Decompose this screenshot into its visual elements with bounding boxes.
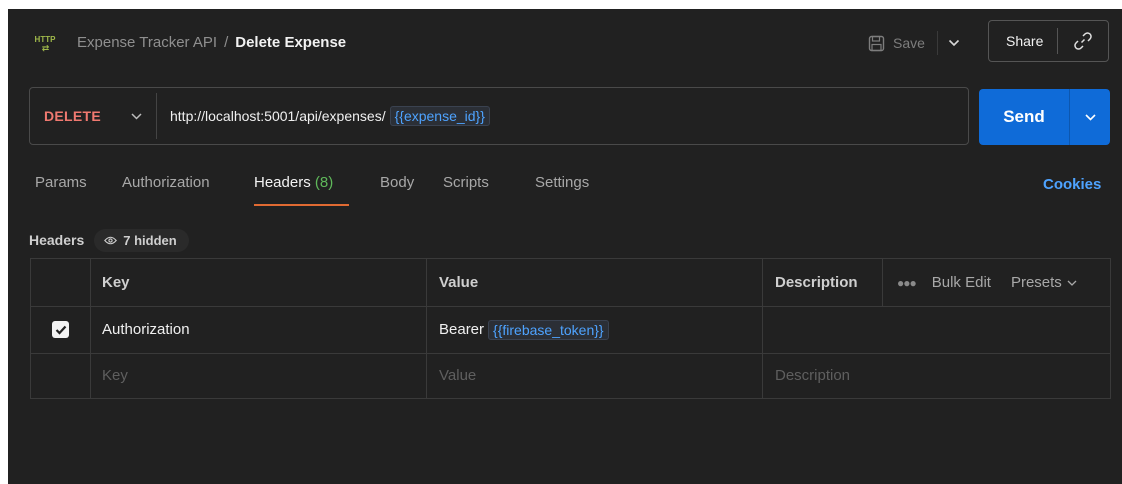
share-group: Share: [988, 20, 1109, 62]
request-name[interactable]: Delete Expense: [235, 34, 346, 51]
chevron-down-icon: [948, 39, 959, 47]
headers-label: Headers: [29, 232, 85, 248]
eye-icon: [104, 236, 118, 244]
row-check-cell: [31, 306, 91, 353]
breadcrumb-collection[interactable]: Expense Tracker API: [77, 34, 217, 51]
breadcrumb-separator: /: [224, 34, 229, 51]
arrows-icon: ⇄: [41, 43, 50, 53]
tab-authorization[interactable]: Authorization: [122, 174, 210, 191]
column-value: Value: [427, 259, 763, 306]
tab-scripts[interactable]: Scripts: [443, 174, 489, 191]
tab-body[interactable]: Body: [380, 174, 414, 191]
table-row: Authorization Bearer {{firebase_token}}: [31, 306, 1110, 354]
row-enabled-checkbox[interactable]: [52, 321, 69, 338]
value-variable[interactable]: {{firebase_token}}: [488, 319, 609, 340]
presets-label: Presets: [1010, 274, 1062, 291]
new-row-check-cell: [31, 353, 91, 398]
save-icon: [868, 35, 885, 51]
save-label: Save: [893, 35, 925, 51]
tab-params[interactable]: Params: [35, 174, 87, 191]
table-row-new: Key Value Description: [31, 353, 1110, 398]
table-header-row: Key Value Description ●●● Bulk Edit Pres…: [31, 259, 1110, 307]
breadcrumb: Expense Tracker API / Delete Expense: [77, 34, 346, 51]
hidden-headers-toggle[interactable]: 7 hidden: [94, 228, 189, 252]
checkmark-icon: [55, 325, 66, 335]
active-tab-indicator: [254, 204, 349, 206]
value-prefix: Bearer: [439, 321, 485, 338]
share-button[interactable]: Share: [989, 33, 1057, 49]
save-group: Save: [868, 29, 960, 57]
copy-link-button[interactable]: [1058, 32, 1108, 50]
send-button[interactable]: Send: [979, 107, 1069, 127]
chevron-down-icon: [1067, 280, 1077, 286]
cookies-link[interactable]: Cookies: [1043, 176, 1101, 193]
request-url-bar: DELETE http://localhost:5001/api/expense…: [29, 87, 969, 145]
headers-table: Key Value Description ●●● Bulk Edit Pres…: [30, 258, 1111, 399]
send-options-button[interactable]: [1070, 113, 1110, 121]
headers-count: (8): [314, 174, 334, 191]
send-group: Send: [979, 89, 1110, 145]
save-button[interactable]: Save: [868, 35, 925, 52]
save-options-button[interactable]: [948, 39, 960, 47]
table-actions: ●●● Bulk Edit Presets: [883, 259, 1110, 306]
presets-dropdown[interactable]: Presets: [1011, 274, 1077, 291]
http-request-icon: HTTP ⇄: [34, 35, 56, 53]
method-select[interactable]: DELETE: [30, 108, 116, 124]
save-divider: [936, 31, 938, 55]
url-input[interactable]: http://localhost:5001/api/expenses/ {{ex…: [157, 106, 490, 126]
new-value-input[interactable]: Value: [427, 353, 763, 398]
url-base: http://localhost:5001/api/expenses/: [170, 108, 386, 124]
more-options-icon[interactable]: ●●●: [897, 276, 917, 290]
header-value-input[interactable]: Bearer {{firebase_token}}: [427, 306, 763, 353]
link-icon: [1074, 32, 1092, 50]
tab-headers[interactable]: Headers (8): [254, 174, 333, 191]
header-description-input[interactable]: [763, 306, 1110, 353]
url-variable[interactable]: {{expense_id}}: [389, 106, 490, 126]
request-editor: HTTP ⇄ Expense Tracker API / Delete Expens…: [8, 9, 1122, 484]
chevron-down-icon: [130, 112, 142, 120]
bulk-edit-button[interactable]: Bulk Edit: [932, 274, 991, 291]
header-check-cell: [31, 259, 91, 306]
column-key: Key: [91, 259, 427, 306]
header-key-input[interactable]: Authorization: [91, 306, 427, 353]
new-description-input[interactable]: Description: [763, 353, 1110, 398]
method-dropdown-button[interactable]: [116, 112, 156, 120]
tab-headers-label: Headers: [254, 174, 311, 191]
new-key-input[interactable]: Key: [91, 353, 427, 398]
hidden-count-label: 7 hidden: [123, 232, 177, 248]
request-header: HTTP ⇄ Expense Tracker API / Delete Expens…: [8, 9, 1122, 77]
chevron-down-icon: [1084, 113, 1096, 121]
column-description: Description: [763, 259, 883, 306]
headers-summary: Headers 7 hidden: [29, 227, 189, 253]
tab-settings[interactable]: Settings: [535, 174, 589, 191]
